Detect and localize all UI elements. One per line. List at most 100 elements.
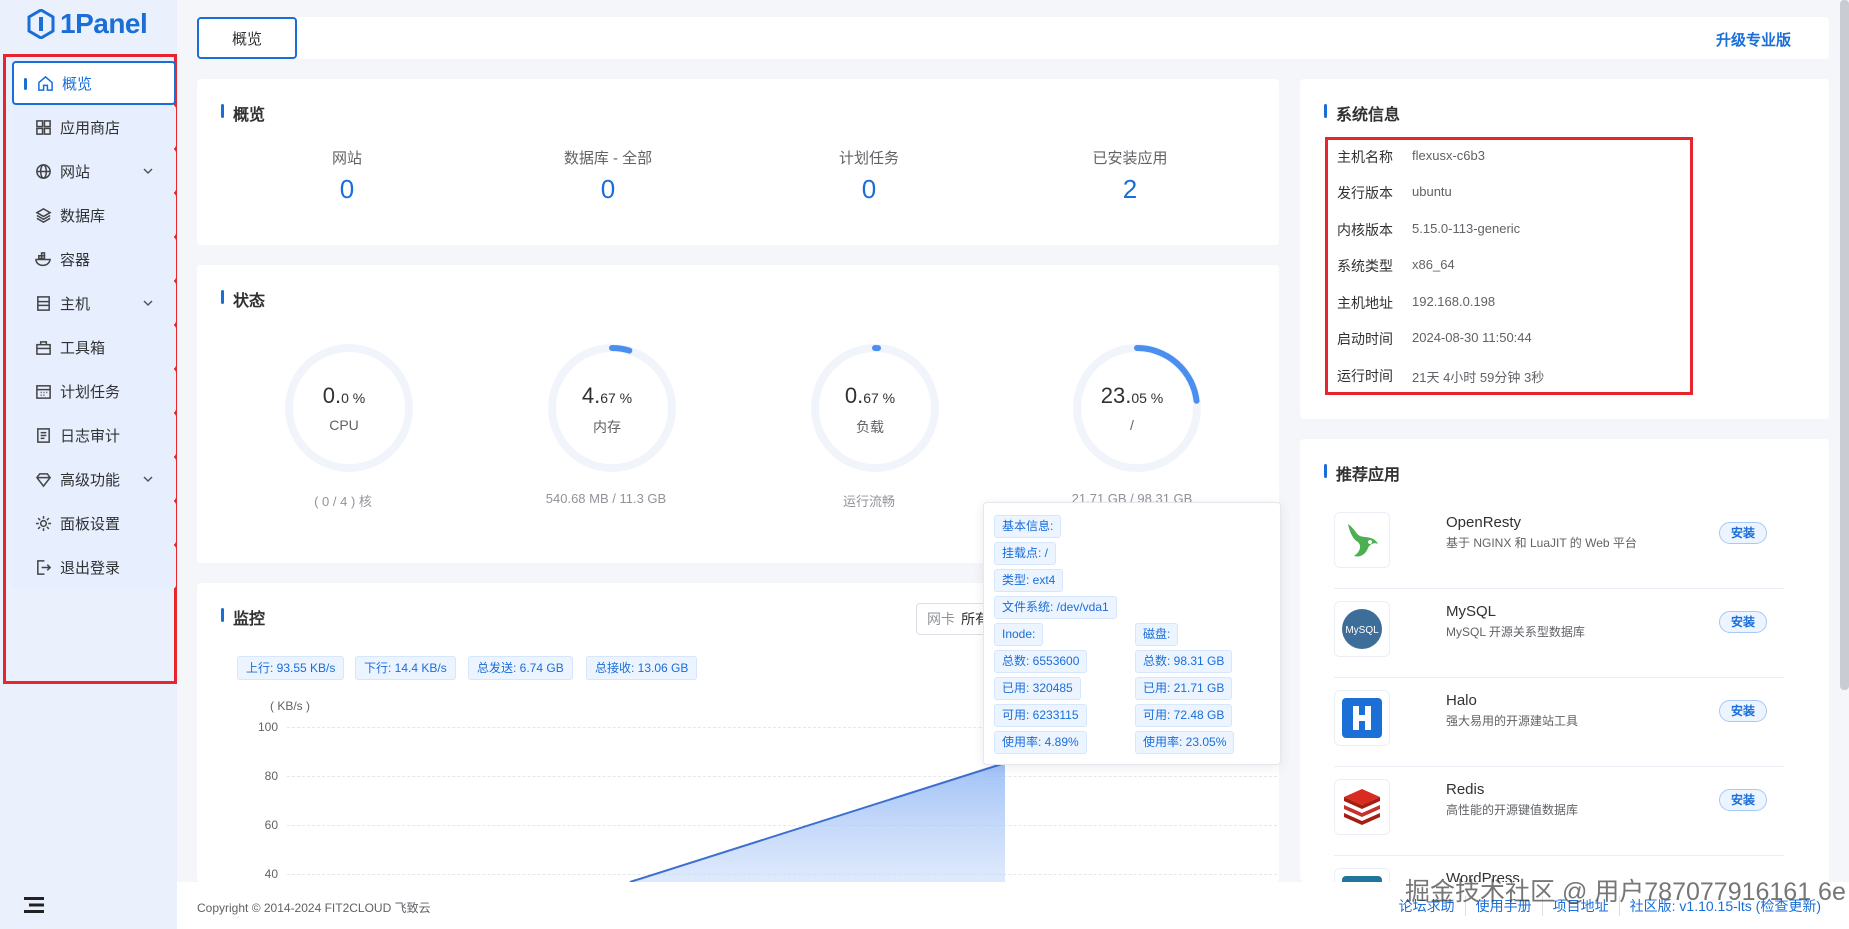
gear-icon <box>34 514 52 532</box>
stat-value: 2 <box>1122 174 1138 204</box>
sidebar-item-label: 概览 <box>62 75 93 93</box>
app-name: OpenResty <box>1446 514 1522 531</box>
collapse-menu-icon[interactable] <box>24 896 44 914</box>
sys-row-boot-time: 启动时间 2024-08-30 11:50:44 <box>1337 330 1532 347</box>
tooltip-basic-info: 基本信息: <box>994 515 1062 538</box>
overview-card: 概览 网站 0 数据库 - 全部 0 计划任务 0 已安装应用 2 <box>197 79 1279 245</box>
sidebar-item-advanced[interactable]: 高级功能 <box>12 457 176 501</box>
recommended-apps-card: 推荐应用 OpenResty 基于 NGINX 和 LuaJIT 的 Web 平… <box>1300 439 1829 882</box>
server-icon <box>34 294 52 312</box>
tab-overview[interactable]: 概览 <box>197 17 297 59</box>
gauge-value: 0.0 % <box>322 383 366 408</box>
overview-title: 概览 <box>221 101 265 125</box>
tooltip-disk-usage: 使用率: 23.05% <box>1135 731 1235 754</box>
chevron-down-icon <box>142 296 154 308</box>
sidebar-item-overview[interactable]: 概览 <box>12 61 176 105</box>
gauge-name: / <box>1130 417 1134 433</box>
home-icon <box>36 74 54 92</box>
sidebar-item-toolbox[interactable]: 工具箱 <box>12 325 176 369</box>
toolbox-icon <box>34 338 52 356</box>
chevron-down-icon <box>142 164 154 176</box>
gauge-sub-load: 运行流畅 <box>842 494 895 509</box>
app-desc: MySQL 开源关系型数据库 <box>1446 625 1585 639</box>
layers-icon <box>34 206 52 224</box>
sidebar-item-settings[interactable]: 面板设置 <box>12 501 176 545</box>
sidebar-item-cron[interactable]: 计划任务 <box>12 369 176 413</box>
app-desc: 高性能的开源键值数据库 <box>1446 803 1579 817</box>
page-scrollbar[interactable] <box>1840 0 1849 690</box>
gauge-sub-cpu: ( 0 / 4 ) 核 <box>314 494 372 509</box>
gauge-disk: 23.05 % / <box>1067 343 1207 476</box>
stat-database[interactable]: 数据库 - 全部 0 <box>488 147 728 205</box>
upgrade-pro-link[interactable]: 升级专业版 <box>1716 29 1791 50</box>
sidebar-item-database[interactable]: 数据库 <box>12 193 176 237</box>
gauge-sub-memory: 540.68 MB / 11.3 GB <box>545 491 667 506</box>
tooltip-disk-free: 可用: 72.48 GB <box>1135 704 1233 727</box>
install-button[interactable]: 安装 <box>1719 700 1767 722</box>
tooltip-inode-free: 可用: 6233115 <box>994 704 1087 727</box>
gauge-value: 0.67 % <box>844 383 896 408</box>
sidebar-item-log-audit[interactable]: 日志审计 <box>12 413 176 457</box>
sys-row-ip: 主机地址 192.168.0.198 <box>1337 294 1496 311</box>
sidebar-item-app-store[interactable]: 应用商店 <box>12 105 176 149</box>
disk-tooltip: 基本信息: 挂载点: / 类型: ext4 文件系统: /dev/vda1 In… <box>983 502 1281 765</box>
tooltip-inode-label: Inode: <box>994 623 1044 646</box>
sidebar-item-container[interactable]: 容器 <box>12 237 176 281</box>
copyright: Copyright © 2014-2024 FIT2CLOUD 飞致云 <box>197 901 431 915</box>
app-item-redis: Redis 高性能的开源键值数据库 安装 <box>1334 767 1784 856</box>
system-info-title: 系统信息 <box>1324 101 1400 125</box>
stat-installed-apps[interactable]: 已安装应用 2 <box>1010 147 1250 205</box>
gauge-name: 负载 <box>856 419 884 435</box>
sidebar-item-label: 计划任务 <box>60 383 121 401</box>
sidebar-item-label: 退出登录 <box>60 559 121 577</box>
openresty-icon <box>1334 512 1390 568</box>
stat-value: 0 <box>600 174 616 204</box>
halo-icon <box>1334 690 1390 746</box>
app-name: MySQL <box>1446 603 1497 620</box>
gauge-cpu: 0.0 % CPU <box>279 343 419 476</box>
sidebar: 1Panel 概览 应用商店 网站 数据库 容器 主机 工具箱 计划任务 日志审… <box>0 0 177 929</box>
log-icon <box>34 426 52 444</box>
sidebar-item-website[interactable]: 网站 <box>12 149 176 193</box>
tooltip-inode-used: 已用: 320485 <box>994 677 1081 700</box>
tooltip-disk-label: 磁盘: <box>1135 623 1179 646</box>
stat-label: 计划任务 <box>838 150 899 167</box>
globe-icon <box>34 162 52 180</box>
stat-value: 0 <box>339 174 355 204</box>
sidebar-item-logout[interactable]: 退出登录 <box>12 545 176 589</box>
top-bar: 概览 升级专业版 <box>197 17 1829 59</box>
system-info-card: 系统信息 主机名称 flexusx-c6b3 发行版本 ubuntu 内核版本 5.1… <box>1300 79 1829 419</box>
install-button[interactable]: 安装 <box>1719 789 1767 811</box>
tooltip-inode-usage: 使用率: 4.89% <box>994 731 1087 754</box>
logo-icon <box>27 9 55 39</box>
tooltip-disk-used: 已用: 21.71 GB <box>1135 677 1233 700</box>
chevron-down-icon <box>142 472 154 484</box>
app-item-openresty: OpenResty 基于 NGINX 和 LuaJIT 的 Web 平台 安装 <box>1334 500 1784 589</box>
install-button[interactable]: 安装 <box>1719 611 1767 633</box>
sys-row-arch: 系统类型 x86_64 <box>1337 257 1455 274</box>
sidebar-item-label: 网站 <box>60 163 91 181</box>
gauge-value: 23.05 % <box>1100 383 1164 408</box>
sys-row-uptime: 运行时间 21天 4小时 59分钟 3秒 <box>1337 368 1545 385</box>
stat-label: 数据库 - 全部 <box>563 150 653 167</box>
sys-row-hostname: 主机名称 flexusx-c6b3 <box>1337 148 1485 165</box>
app-desc: 强大易用的开源建站工具 <box>1446 714 1579 728</box>
logout-icon <box>34 558 52 576</box>
stat-cron[interactable]: 计划任务 0 <box>749 147 989 205</box>
app-desc: 基于 NGINX 和 LuaJIT 的 Web 平台 <box>1446 536 1637 550</box>
logo-text: 1Panel <box>60 8 148 39</box>
sys-row-kernel: 内核版本 5.15.0-113-generic <box>1337 221 1521 238</box>
gauge-load: 0.67 % 负载 <box>805 343 945 476</box>
logo[interactable]: 1Panel <box>26 6 148 42</box>
tooltip-disk-total: 总数: 98.31 GB <box>1135 650 1233 673</box>
sidebar-item-host[interactable]: 主机 <box>12 281 176 325</box>
stat-label: 已安装应用 <box>1092 150 1168 167</box>
sys-row-distro: 发行版本 ubuntu <box>1337 184 1452 201</box>
sidebar-item-label: 数据库 <box>60 207 106 225</box>
install-button[interactable]: 安装 <box>1719 522 1767 544</box>
sidebar-menu-highlight: 概览 应用商店 网站 数据库 容器 主机 工具箱 计划任务 日志审计 高级功能 … <box>3 54 177 684</box>
sidebar-item-label: 工具箱 <box>60 339 106 357</box>
tooltip-type: 类型: ext4 <box>994 569 1064 592</box>
redis-icon <box>1334 779 1390 835</box>
stat-website[interactable]: 网站 0 <box>227 147 467 205</box>
